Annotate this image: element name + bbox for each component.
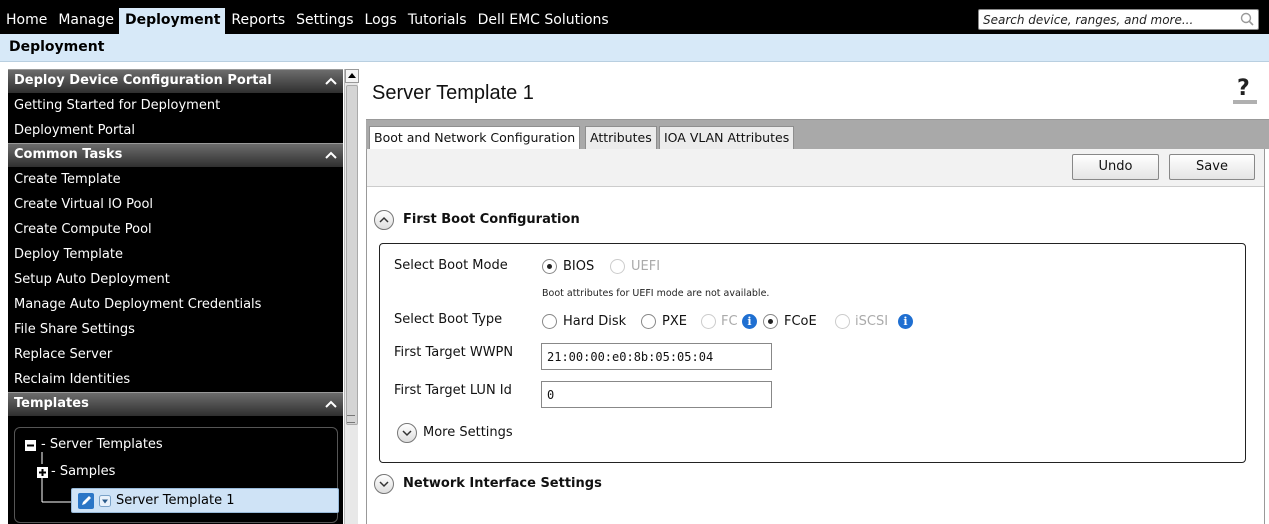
- boot-type-harddisk-label: Hard Disk: [563, 314, 627, 329]
- sidebar-portal-header-label: Deploy Device Configuration Portal: [14, 73, 272, 88]
- menu-dell-emc-solutions[interactable]: Dell EMC Solutions: [472, 8, 614, 34]
- tree-samples-label: Samples: [59, 464, 116, 479]
- boot-type-fc-radio[interactable]: [701, 314, 716, 329]
- scroll-thumb[interactable]: [346, 85, 358, 425]
- sidebar-item-create-template[interactable]: Create Template: [8, 167, 343, 192]
- menu-reports[interactable]: Reports: [225, 8, 290, 34]
- chevron-up-icon[interactable]: [325, 400, 337, 409]
- tab-boot-network[interactable]: Boot and Network Configuration: [369, 126, 581, 151]
- sidebar-item-replace-server[interactable]: Replace Server: [8, 342, 343, 367]
- menu-tutorials[interactable]: Tutorials: [402, 8, 472, 34]
- tree-samples[interactable]: - Samples: [51, 464, 115, 479]
- sidebar-item-manage-credentials[interactable]: Manage Auto Deployment Credentials: [8, 292, 343, 317]
- info-icon[interactable]: i: [898, 314, 913, 329]
- info-icon[interactable]: i: [742, 314, 757, 329]
- boot-type-fcoe-radio[interactable]: [763, 314, 778, 329]
- main-menu: Home Manage Deployment Reports Settings …: [0, 8, 614, 34]
- boot-mode-uefi-label: UEFI: [631, 259, 661, 274]
- dropdown-arrow-icon[interactable]: [99, 495, 111, 507]
- boot-type-fcoe-label: FCoE: [784, 314, 817, 329]
- boot-type-fc-label: FC: [721, 314, 738, 329]
- undo-button[interactable]: Undo: [1072, 154, 1159, 180]
- tab-bar: Boot and Network Configuration Attribute…: [366, 119, 1269, 151]
- action-toolbar: Undo Save: [367, 149, 1264, 187]
- sidebar-tasks-header[interactable]: Common Tasks: [8, 143, 343, 167]
- chevron-up-icon[interactable]: [325, 77, 337, 86]
- menu-settings[interactable]: Settings: [290, 8, 358, 34]
- tab-attributes[interactable]: Attributes: [585, 126, 657, 150]
- search-input[interactable]: [979, 10, 1229, 29]
- template-tree: - Server Templates - Samples Server Temp…: [14, 427, 339, 523]
- boot-type-pxe-radio[interactable]: [641, 314, 656, 329]
- menu-home[interactable]: Home: [0, 8, 52, 34]
- page-section-title: Deployment: [9, 39, 105, 55]
- sidebar-portal-header[interactable]: Deploy Device Configuration Portal: [8, 69, 343, 93]
- sidebar-item-create-virtual-io-pool[interactable]: Create Virtual IO Pool: [8, 192, 343, 217]
- sidebar-templates-header[interactable]: Templates: [8, 392, 343, 416]
- tree-selected-label: Server Template 1: [116, 493, 235, 508]
- sidebar-item-create-compute-pool[interactable]: Create Compute Pool: [8, 217, 343, 242]
- tree-server-templates[interactable]: - Server Templates: [41, 437, 163, 452]
- menu-deployment[interactable]: Deployment: [118, 8, 226, 34]
- page-header: Deployment: [0, 34, 1269, 62]
- boot-type-iscsi-label: iSCSI: [855, 314, 889, 329]
- page-title: Server Template 1: [372, 82, 534, 104]
- wwpn-label: First Target WWPN: [394, 345, 514, 360]
- chevron-up-icon: [379, 216, 389, 223]
- sidebar-item-deployment-portal[interactable]: Deployment Portal: [8, 118, 343, 143]
- wwpn-field[interactable]: [541, 343, 772, 370]
- sidebar: Deploy Device Configuration Portal Getti…: [8, 69, 343, 524]
- menu-manage[interactable]: Manage: [52, 8, 119, 34]
- boot-type-iscsi-radio[interactable]: [835, 314, 850, 329]
- lun-field[interactable]: [541, 381, 772, 408]
- sidebar-item-deploy-template[interactable]: Deploy Template: [8, 242, 343, 267]
- boot-type-label: Select Boot Type: [394, 312, 503, 327]
- collapse-minus-icon[interactable]: [25, 440, 36, 451]
- expand-plus-icon[interactable]: [37, 467, 48, 478]
- more-settings-button[interactable]: [397, 423, 417, 443]
- boot-mode-bios-radio[interactable]: [542, 259, 557, 274]
- collapse-first-boot-button[interactable]: [374, 210, 394, 230]
- chevron-up-icon[interactable]: [325, 151, 337, 160]
- boot-type-harddisk-radio[interactable]: [542, 314, 557, 329]
- lun-label: First Target LUN Id: [394, 383, 512, 398]
- scroll-up-button[interactable]: [345, 69, 359, 83]
- arrow-up-icon: [348, 73, 356, 78]
- menu-logs[interactable]: Logs: [359, 8, 402, 34]
- sidebar-tasks-header-label: Common Tasks: [14, 147, 123, 162]
- tree-server-templates-label: Server Templates: [49, 437, 163, 452]
- sidebar-item-reclaim-identities[interactable]: Reclaim Identities: [8, 367, 343, 392]
- network-heading: Network Interface Settings: [403, 476, 602, 491]
- top-menu-bar: Home Manage Deployment Reports Settings …: [0, 0, 1269, 34]
- help-icon[interactable]: ?: [1233, 73, 1257, 105]
- boot-type-pxe-label: PXE: [662, 314, 687, 329]
- scroll-grip: [347, 415, 355, 423]
- boot-mode-bios-label: BIOS: [563, 259, 595, 274]
- sidebar-scrollbar[interactable]: [344, 69, 359, 524]
- sidebar-item-setup-auto-deployment[interactable]: Setup Auto Deployment: [8, 267, 343, 292]
- tree-item-selected[interactable]: Server Template 1: [71, 488, 339, 513]
- uefi-note: Boot attributes for UEFI mode are not av…: [542, 288, 770, 299]
- chevron-down-icon: [379, 481, 389, 488]
- sidebar-item-file-share-settings[interactable]: File Share Settings: [8, 317, 343, 342]
- first-boot-heading: First Boot Configuration: [403, 212, 580, 227]
- sidebar-item-getting-started[interactable]: Getting Started for Deployment: [8, 93, 343, 118]
- boot-mode-uefi-radio[interactable]: [610, 259, 625, 274]
- tab-ioa-vlan[interactable]: IOA VLAN Attributes: [659, 126, 795, 150]
- search-box: [978, 9, 1259, 30]
- save-button[interactable]: Save: [1169, 154, 1255, 180]
- chevron-down-icon: [402, 430, 412, 437]
- template-edit-icon: [78, 493, 94, 509]
- svg-text:?: ?: [1237, 76, 1250, 101]
- search-icon[interactable]: [1240, 12, 1254, 26]
- expand-network-button[interactable]: [374, 474, 394, 494]
- more-settings-label[interactable]: More Settings: [423, 425, 513, 440]
- boot-mode-label: Select Boot Mode: [394, 258, 508, 273]
- sidebar-templates-header-label: Templates: [14, 396, 89, 411]
